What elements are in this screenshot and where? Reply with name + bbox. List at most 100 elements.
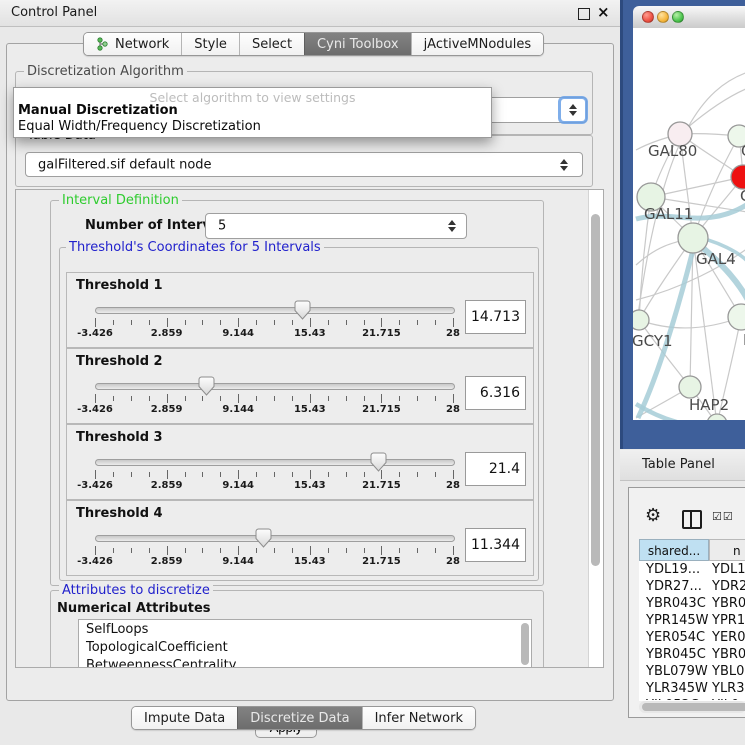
- network-node[interactable]: [728, 304, 745, 330]
- zoom-traffic-light-icon[interactable]: [672, 11, 684, 23]
- network-node[interactable]: [679, 376, 701, 398]
- cell-shared-name: YBR045C: [639, 646, 712, 663]
- cell-shared-name: YER054C: [639, 629, 712, 646]
- vertical-scrollbar[interactable]: [588, 190, 603, 667]
- network-node[interactable]: [678, 223, 708, 253]
- threshold-value-field[interactable]: 14.713: [465, 300, 526, 334]
- table-row[interactable]: YDR27...YDR2: [639, 578, 745, 595]
- slider-thumb-icon[interactable]: [255, 528, 272, 548]
- table-row[interactable]: YDL19...YDL1: [639, 561, 745, 578]
- gear-icon[interactable]: ⚙: [645, 505, 661, 526]
- table-data-value: galFiltered.sif default node: [38, 157, 212, 172]
- tab-jactivemnodules[interactable]: jActiveMNodules: [411, 33, 544, 55]
- table-row[interactable]: YER054CYER0: [639, 629, 745, 646]
- scrollbar-thumb[interactable]: [591, 214, 600, 566]
- threshold-slider[interactable]: -3.4262.8599.14415.4321.71528: [95, 377, 453, 419]
- network-edge: [693, 136, 739, 238]
- cell-name: YDR2: [712, 578, 745, 595]
- threshold-slider[interactable]: -3.4262.8599.14415.4321.71528: [95, 529, 453, 571]
- threshold-value-field[interactable]: 21.4: [465, 452, 526, 486]
- attributes-list[interactable]: SelfLoopsTopologicalCoefficientBetweenne…: [78, 619, 532, 668]
- arrow-up-icon: [569, 104, 577, 109]
- threshold-label: Threshold 3: [76, 430, 163, 445]
- cell-name: YDL1: [712, 561, 745, 578]
- tab-style[interactable]: Style: [181, 33, 239, 55]
- table-row[interactable]: YBL079WYBL0: [639, 663, 745, 680]
- cyni-mode-tabs: Impute DataDiscretize DataInfer Network: [131, 706, 476, 730]
- interval-definition-group: Interval Definition Number of Intervals …: [50, 200, 544, 586]
- slider-tick-labels: -3.4262.8599.14415.4321.71528: [95, 328, 453, 340]
- cell-name: YBR0: [712, 595, 745, 612]
- panel-title: Control Panel: [11, 5, 97, 20]
- popup-menu-item[interactable]: Manual Discretization: [18, 103, 178, 118]
- attributes-group: Attributes to discretize Numerical Attri…: [50, 590, 544, 668]
- table-row[interactable]: YBR043CYBR0: [639, 595, 745, 612]
- tab-impute-data[interactable]: Impute Data: [132, 707, 237, 729]
- cell-shared-name: YDL19...: [639, 561, 712, 578]
- control-panel-titlebar: Control Panel ×: [0, 0, 620, 27]
- minimize-traffic-light-icon[interactable]: [657, 11, 669, 23]
- slider-track[interactable]: [95, 535, 455, 542]
- attribute-list-item[interactable]: SelfLoops: [79, 620, 531, 638]
- threshold-panel: Threshold 4 -3.4262.8599.14415.4321.7152…: [66, 500, 534, 576]
- combobox-stepper[interactable]: [561, 99, 585, 121]
- table-row[interactable]: YIL052CYIL0: [639, 697, 745, 700]
- network-node[interactable]: [731, 165, 745, 189]
- cell-shared-name: YBL079W: [639, 663, 712, 680]
- num-intervals-combobox[interactable]: 5: [205, 213, 467, 239]
- node-table: shared... n YDL19...YDL1 YDR27...YDR2 YB…: [639, 539, 745, 701]
- float-window-icon[interactable]: [578, 8, 590, 20]
- threshold-panel: Threshold 2 -3.4262.8599.14415.4321.7152…: [66, 348, 534, 424]
- cell-shared-name: YDR27...: [639, 578, 712, 595]
- horizontal-scrollbar[interactable]: [639, 701, 745, 713]
- threshold-label: Threshold 1: [76, 278, 163, 293]
- network-window-titlebar[interactable]: [633, 6, 745, 29]
- cell-name: YER0: [712, 629, 745, 646]
- slider-thumb-icon[interactable]: [198, 376, 215, 396]
- tab-select[interactable]: Select: [239, 33, 304, 55]
- slider-track[interactable]: [95, 307, 455, 314]
- attribute-list-item[interactable]: TopologicalCoefficient: [79, 638, 531, 656]
- network-canvas[interactable]: GAL80GACGAL11GAL4GCY1HHAP2: [633, 28, 745, 420]
- table-browser: ⚙ ☑☑ shared... n YDL19...YDL1 YDR27...YD…: [628, 487, 745, 718]
- slider-thumb-icon[interactable]: [370, 452, 387, 472]
- slider-track[interactable]: [95, 383, 455, 390]
- node-label: GCY1: [633, 332, 673, 350]
- arrow-up-icon: [448, 220, 456, 225]
- close-traffic-light-icon[interactable]: [642, 11, 654, 23]
- arrow-down-icon: [448, 227, 456, 232]
- scrollbar-thumb[interactable]: [642, 703, 745, 711]
- table-row[interactable]: YBR045CYBR0: [639, 646, 745, 663]
- threshold-label: Threshold 4: [76, 506, 163, 521]
- threshold-slider[interactable]: -3.4262.8599.14415.4321.71528: [95, 301, 453, 343]
- cell-name: YBL0: [712, 663, 744, 680]
- table-row[interactable]: YPR145WYPR1: [639, 612, 745, 629]
- attributes-group-title: Attributes to discretize: [59, 583, 213, 598]
- column-header-shared-name[interactable]: shared...: [639, 539, 709, 561]
- close-icon[interactable]: ×: [597, 3, 610, 21]
- tab-discretize-data[interactable]: Discretize Data: [237, 707, 361, 729]
- attribute-list-item[interactable]: BetweennessCentrality: [79, 656, 531, 668]
- slider-thumb-icon[interactable]: [294, 300, 311, 320]
- popup-menu-item[interactable]: Equal Width/Frequency Discretization: [18, 119, 261, 134]
- table-data-combobox[interactable]: galFiltered.sif default node: [25, 152, 583, 177]
- tab-infer-network[interactable]: Infer Network: [362, 707, 475, 729]
- threshold-value-field[interactable]: 11.344: [465, 528, 526, 562]
- screen: Control Panel × Discretization Algorithm…: [0, 0, 745, 745]
- select-columns-icon[interactable]: ☑☑: [712, 510, 734, 523]
- column-header-name[interactable]: n: [709, 539, 745, 561]
- numerical-attributes-heading: Numerical Attributes: [57, 601, 211, 616]
- network-node[interactable]: [633, 310, 649, 330]
- attributes-scrollbar[interactable]: [521, 623, 529, 665]
- threshold-slider[interactable]: -3.4262.8599.14415.4321.71528: [95, 453, 453, 495]
- threshold-panel: Threshold 3 -3.4262.8599.14415.4321.7152…: [66, 424, 534, 500]
- table-row[interactable]: YLR345WYLR3: [639, 680, 745, 697]
- tab-network[interactable]: Network: [84, 33, 181, 55]
- threshold-value-field[interactable]: 6.316: [465, 376, 526, 410]
- threshold-panel: Threshold 1 -3.4262.8599.14415.4321.7152…: [66, 272, 534, 348]
- split-columns-icon[interactable]: [682, 510, 702, 529]
- thresholds-group: Threshold's Coordinates for 5 Intervals …: [59, 247, 539, 581]
- slider-tick-labels: -3.4262.8599.14415.4321.71528: [95, 556, 453, 568]
- tab-cyni-toolbox[interactable]: Cyni Toolbox: [304, 33, 411, 55]
- slider-track[interactable]: [95, 459, 455, 466]
